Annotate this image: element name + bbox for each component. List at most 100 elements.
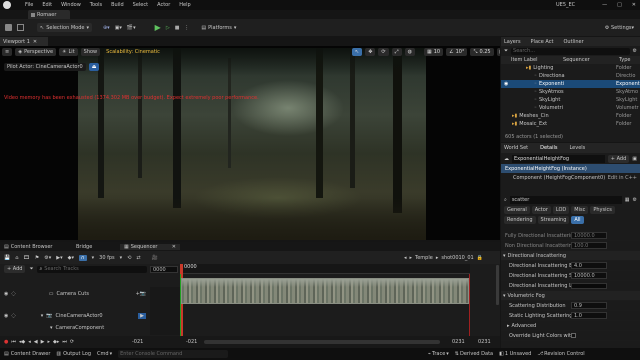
menu-file[interactable]: File (25, 2, 33, 8)
derived-data-button[interactable]: ⇅ Derived Data (455, 351, 493, 357)
output-log-button[interactable]: ▥ Output Log (56, 351, 91, 357)
prop-value[interactable]: 10000.0 (571, 272, 607, 279)
selection-mode-dropdown[interactable]: ↖ Selection Mode ▾ (37, 23, 92, 32)
lock-track-icon[interactable]: ◌ (11, 313, 15, 319)
track-search[interactable]: ⌕ Search Tracks (37, 265, 148, 273)
filter-rendering[interactable]: Rendering (504, 216, 536, 224)
section-directional[interactable]: ▾ Directional Inscattering (501, 251, 640, 261)
snapping-icon[interactable]: ∩ (78, 254, 87, 261)
fps-dropdown[interactable]: 30 fps (99, 255, 115, 261)
perspective-button[interactable]: ◈ Perspective (15, 48, 57, 56)
key-options-icon[interactable]: ◆▾ (68, 255, 74, 261)
view-end-label[interactable]: 0231 (452, 339, 465, 345)
play-icon[interactable]: ▶ (155, 23, 161, 32)
close-tab-icon[interactable]: ✕ (172, 244, 176, 250)
section-advanced[interactable]: ▸ Advanced (501, 321, 640, 331)
visibility-icon[interactable]: ◉ (4, 313, 8, 319)
render-movie-icon[interactable]: 🎞 (23, 255, 29, 261)
viewport-tab[interactable]: Viewport 1 ✕ (0, 37, 48, 46)
scale-snap-button[interactable]: ⤡ 0.25 (470, 48, 494, 56)
prev-key-icon[interactable]: ◂◆ (19, 339, 25, 345)
range-end-label[interactable]: 0231 (478, 339, 491, 345)
world-local-icon[interactable]: ◍ (404, 48, 415, 56)
outliner-row[interactable]: ◦ SkyLight SkyLight (501, 96, 640, 104)
details-settings-icon[interactable]: ⚙ (633, 197, 637, 203)
camera-speed-button[interactable]: ▶ 1 (496, 48, 500, 56)
camera-cut-icon[interactable]: ⚑ (35, 255, 39, 261)
outliner-row[interactable]: ◦ Volumetri Volumetr (501, 104, 640, 112)
prop-value[interactable]: 1.0 (571, 312, 607, 319)
lock-icon[interactable]: 🔒 (477, 255, 483, 261)
blueprint-icon[interactable]: ▣ (632, 156, 637, 162)
viewport[interactable]: ≡ ◈ Perspective ☀ Lit Show Scalability: … (0, 46, 500, 240)
save-sequence-icon[interactable]: 💾 (4, 255, 10, 261)
save-icon[interactable] (5, 24, 12, 31)
filter-physics[interactable]: Physics (590, 206, 615, 214)
actor-name-field[interactable]: ExponentialHeightFog (512, 154, 605, 163)
cmd-dropdown[interactable]: Cmd ▾ (97, 351, 112, 357)
tab-place-actors[interactable]: Place Act (531, 39, 554, 45)
track-cine-camera[interactable]: ◉ ◌ ▾ 📷 CineCameraActor0 ▶ (0, 309, 150, 323)
outliner-row[interactable]: ▸▮ Meshes_Cin Folder (501, 112, 640, 120)
tab-details[interactable]: Details (540, 145, 557, 151)
outliner-row[interactable]: ◦ SkyAtmos SkyAtmo (501, 88, 640, 96)
track-camera-component[interactable]: ▾ CameraComponent (0, 323, 150, 333)
view-start-label[interactable]: -021 (186, 339, 197, 345)
filter-general[interactable]: General (504, 206, 530, 214)
maximize-icon[interactable]: □ (617, 2, 622, 8)
col-sequencer[interactable]: Sequencer (563, 57, 619, 63)
snap-options-icon[interactable]: ▾ (92, 255, 95, 261)
prop-value[interactable]: 4.0 (571, 262, 607, 269)
level-tab[interactable]: Romaer (28, 10, 70, 19)
prop-value[interactable]: 0.9 (571, 302, 607, 309)
content-drawer-button[interactable]: ▤ Content Drawer (4, 351, 50, 357)
tab-layers[interactable]: Layers (504, 39, 521, 45)
prop-value[interactable]: 100.0 (571, 242, 607, 249)
col-item-label[interactable]: Item Label (511, 57, 563, 63)
outliner-row[interactable]: ▸▮ Mosaic_Ext Folder (501, 120, 640, 128)
breadcrumb-forward-icon[interactable]: ▸ (410, 255, 413, 261)
override-checkbox[interactable] (571, 333, 576, 338)
scalability-label[interactable]: Scalability: Cinematic (106, 49, 160, 55)
play-step-icon[interactable]: ▷ (166, 25, 170, 31)
range-start-label[interactable]: -021 (132, 339, 143, 345)
rotation-snap-button[interactable]: ∠ 10° (446, 48, 468, 56)
lit-button[interactable]: ☀ Lit (59, 48, 78, 56)
expand-icon[interactable]: ▾ (41, 313, 44, 319)
add-camera-icon[interactable]: +📷 (136, 291, 150, 297)
jump-start-icon[interactable]: ⏮ (11, 339, 16, 345)
section-volumetric[interactable]: ▾ Volumetric Fog (501, 291, 640, 301)
trace-button[interactable]: ⌁ Trace ▾ (428, 351, 449, 357)
sequencer-vertical-scrollbar[interactable] (496, 265, 499, 305)
tab-world-settings[interactable]: World Set (504, 145, 528, 151)
add-track-button[interactable]: + Add (4, 265, 26, 273)
filter-all[interactable]: All (571, 216, 584, 224)
camera-cut-clip[interactable] (181, 278, 469, 304)
play-options-icon[interactable]: ⋮ (184, 25, 189, 31)
browse-icon[interactable]: ⌂ (15, 255, 18, 261)
scene-render[interactable] (78, 48, 426, 240)
translate-tool-icon[interactable]: ✥ (365, 48, 376, 56)
outliner-row[interactable]: ▸▮ Lighting Folder (501, 64, 640, 72)
col-type[interactable]: Type (619, 57, 630, 63)
blueprint-icon[interactable]: ▣▾ (115, 25, 122, 31)
play-reverse-icon[interactable]: ◀ (34, 339, 38, 345)
content-icon[interactable] (17, 24, 24, 31)
outliner-settings-icon[interactable]: ⚙ (633, 48, 637, 54)
minimize-icon[interactable]: — (602, 2, 607, 8)
cinematics-icon[interactable]: 🎬▾ (127, 25, 136, 31)
stop-icon[interactable]: ■ (175, 25, 180, 31)
outliner-row[interactable]: ◦ Directiona Directio (501, 72, 640, 80)
instance-row[interactable]: ExponentialHeightFog (Instance) (501, 164, 640, 173)
tab-content-browser[interactable]: ▤ Content Browser (0, 244, 70, 250)
show-button[interactable]: Show (80, 48, 101, 56)
filter-icon[interactable]: ⏷ (29, 266, 33, 272)
track-camera-cuts[interactable]: ◉ ◌ ▭ Camera Cuts +📷 (0, 287, 150, 301)
edit-cpp-link[interactable]: Edit in C++ (608, 175, 637, 181)
menu-help[interactable]: Help (179, 2, 190, 8)
expand-icon[interactable]: ▾ (50, 325, 53, 331)
details-search-input[interactable]: scatter (509, 195, 622, 204)
visibility-icon[interactable]: ◉ (504, 81, 510, 87)
revision-control-button[interactable]: ⎇ Revision Control (537, 351, 584, 357)
close-icon[interactable]: ✕ (632, 2, 636, 8)
